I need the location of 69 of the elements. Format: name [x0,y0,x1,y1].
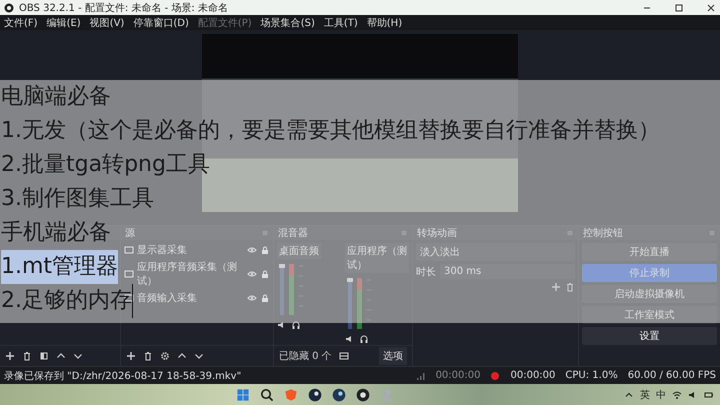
menu-item[interactable]: 文件(F) [4,16,38,30]
menu-item[interactable]: 帮助(H) [366,16,402,30]
note-line: 3.制作图集工具 [1,185,154,213]
obs-logo-icon [4,2,14,12]
dock-title: 混音器 [278,226,308,240]
control-button[interactable]: 停止录制 [582,264,717,282]
eye-icon[interactable] [247,245,257,255]
fps-reading: 60.00 / 60.00 FPS [628,370,716,381]
control-button[interactable]: 开始直播 [582,243,717,261]
headphones-icon[interactable] [359,334,369,344]
input-method-indicator[interactable]: 英 [640,388,650,402]
source-item[interactable]: 显示器采集 [137,243,244,257]
menu-item[interactable]: 工具(T) [324,16,358,30]
trash-icon[interactable] [143,351,153,361]
note-line: 2.足够的内存 [1,284,133,318]
steam-icon[interactable] [308,388,322,402]
dock-title: 转场动画 [417,227,457,240]
cpu-usage: CPU: 1.0% [565,370,618,381]
duration-field[interactable]: 300 ms [440,264,575,279]
control-button[interactable]: 启动虚拟摄像机 [582,285,717,303]
note-line: 1.无发（这个是必备的，要是需要其他模组替换要自行准备并替换） [1,117,660,145]
note-line: 手机端必备 [1,219,111,247]
status-message: 录像已保存到 "D:/zhr/2026-08-17 18-58-39.mkv" [4,370,242,382]
battery-icon[interactable] [704,390,714,400]
control-button[interactable]: 工作室模式 [582,306,717,324]
menu-item[interactable]: 停靠窗口(D) [133,16,189,30]
duration-label: 时长 [416,266,436,278]
add-icon[interactable] [5,351,15,361]
dock-title: 源 [125,227,135,240]
hidden-count: 已隐藏 0 个 [279,350,332,363]
menu-item[interactable]: 编辑(E) [46,16,81,30]
source-item[interactable]: 音频输入采集 [137,291,244,305]
source-item[interactable]: 应用程序音频采集（测试） [137,260,244,288]
signal-icon [416,370,426,380]
filter-icon[interactable] [39,351,49,361]
trash-icon[interactable] [22,351,32,361]
settings-icon[interactable] [160,351,170,361]
options-button[interactable]: 选项 [379,347,407,365]
note-line: 电脑端必备 [1,83,111,111]
steam-icon[interactable] [332,388,346,402]
headphones-icon[interactable] [291,320,301,330]
menu-item[interactable]: 视图(V) [90,16,124,30]
channel-name[interactable]: 桌面音频 [277,243,321,259]
lock-icon[interactable] [260,293,270,303]
lock-icon[interactable] [260,269,270,279]
stream-time: 00:00:00 [436,370,480,381]
add-icon[interactable] [126,351,136,361]
search-icon[interactable] [260,388,274,402]
record-time: 00:00:00 [510,370,556,381]
menu-item[interactable]: 场景集合(S) [260,16,315,30]
eye-icon[interactable] [247,293,257,303]
record-icon [490,370,500,380]
note-line: 2.批量tga转png工具 [1,151,210,179]
control-button[interactable]: 设置 [582,327,717,345]
chevron-down-icon[interactable] [73,351,83,361]
close-icon[interactable] [706,2,716,12]
windows-icon[interactable] [236,388,250,402]
obs-app-icon[interactable] [356,388,370,402]
dock-title: 控制按钮 [583,226,623,240]
chevron-down-icon[interactable] [194,351,204,361]
transition-dropdown[interactable]: 淡入淡出 [416,243,575,261]
maximize-icon[interactable] [674,2,684,12]
wifi-icon[interactable] [672,390,682,400]
window-title: OBS 32.2.1 - 配置文件: 未命名 - 场景: 未命名 [19,2,229,14]
input-method-indicator[interactable]: 中 [656,388,666,402]
layout-icon[interactable] [338,351,349,361]
eye-icon[interactable] [247,269,257,279]
lock-icon[interactable] [260,245,270,255]
channel-name[interactable]: 应用程序（测试） [345,243,409,273]
